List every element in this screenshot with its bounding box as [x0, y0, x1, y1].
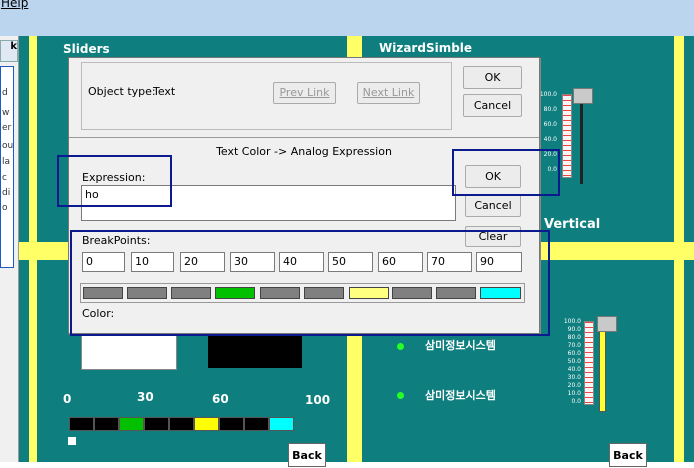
bar-segment — [269, 417, 294, 431]
bottom-slider-ticks — [584, 321, 594, 405]
korean-label-2: 삼미정보시스템 — [425, 389, 496, 402]
sliders-title: Sliders — [63, 42, 110, 56]
left-panel: k d w er ou la c di o — [0, 36, 19, 462]
scale-label: 70.0 — [567, 342, 581, 349]
top-slider-track[interactable] — [580, 94, 583, 184]
bar-indicator — [68, 437, 76, 445]
status-dot-1 — [397, 343, 404, 350]
panel-tab[interactable]: k — [0, 40, 18, 62]
object-type-label: Object type: — [88, 85, 156, 98]
hbar-label: 30 — [137, 390, 154, 404]
scale-label: 10.0 — [567, 390, 581, 397]
status-dot-2 — [397, 392, 404, 399]
object-type-value: Text — [153, 85, 176, 98]
highlight-ok — [452, 149, 560, 196]
next-link-button[interactable]: Next Link — [357, 82, 420, 104]
panel-letter: d — [2, 88, 8, 98]
scale-label: 20.0 — [567, 382, 581, 389]
panel-letter: c — [2, 173, 7, 183]
bar-segment — [94, 417, 119, 431]
bar-segment — [219, 417, 244, 431]
bottom-slider-knob[interactable] — [597, 316, 617, 332]
scale-label: 80.0 — [567, 334, 581, 341]
top-slider-knob[interactable] — [573, 88, 593, 104]
wizard-title: WizardSimble — [379, 41, 473, 55]
vertical-label: Vertical — [544, 217, 601, 232]
scale-label: 40.0 — [567, 366, 581, 373]
panel-letter: ou — [2, 141, 14, 151]
top-slider-ticks — [562, 94, 572, 178]
menu-help[interactable]: Help — [1, 0, 28, 10]
bar-segment — [119, 417, 144, 431]
scale-label: 100.0 — [563, 318, 581, 325]
hbar-label: 100 — [305, 393, 331, 407]
bar-segment — [69, 417, 94, 431]
bottom-slider-scale: 100.0 90.0 80.0 70.0 60.0 50.0 40.0 30.0… — [559, 318, 581, 406]
bottom-slider-track[interactable] — [599, 326, 606, 412]
korean-label-1: 삼미정보시스템 — [425, 339, 496, 352]
scale-label: 60.0 — [567, 350, 581, 357]
color-bar — [69, 417, 294, 431]
back-button-left[interactable]: Back — [288, 443, 326, 467]
cancel-button[interactable]: Cancel — [465, 194, 521, 217]
ok-button-top[interactable]: OK — [463, 66, 522, 89]
menu-bar: Help — [0, 0, 694, 36]
back-button-right[interactable]: Back — [609, 443, 647, 467]
highlight-breakpoints — [70, 230, 550, 336]
prev-link-button[interactable]: Prev Link — [273, 82, 336, 104]
bar-segment — [244, 417, 269, 431]
scale-label: 0.0 — [571, 398, 581, 405]
hbar-label: 60 — [212, 392, 229, 406]
bar-segment — [169, 417, 194, 431]
bar-segment — [144, 417, 169, 431]
scale-label: 50.0 — [567, 358, 581, 365]
panel-letter: er — [2, 123, 12, 133]
scale-label: 30.0 — [567, 374, 581, 381]
panel-letter: o — [2, 203, 8, 213]
panel-letter: w — [2, 108, 10, 118]
highlight-expression — [57, 155, 172, 207]
cancel-button-top[interactable]: Cancel — [463, 94, 522, 117]
hbar-label: 0 — [63, 392, 72, 406]
panel-letter: di — [2, 188, 11, 198]
bar-segment — [194, 417, 219, 431]
separator — [69, 137, 539, 138]
panel-list[interactable]: d w er ou la c di o — [0, 66, 14, 268]
object-type-group: Object type: Text Prev Link Next Link — [81, 62, 452, 130]
panel-letter: la — [2, 157, 11, 167]
scale-label: 90.0 — [567, 326, 581, 333]
